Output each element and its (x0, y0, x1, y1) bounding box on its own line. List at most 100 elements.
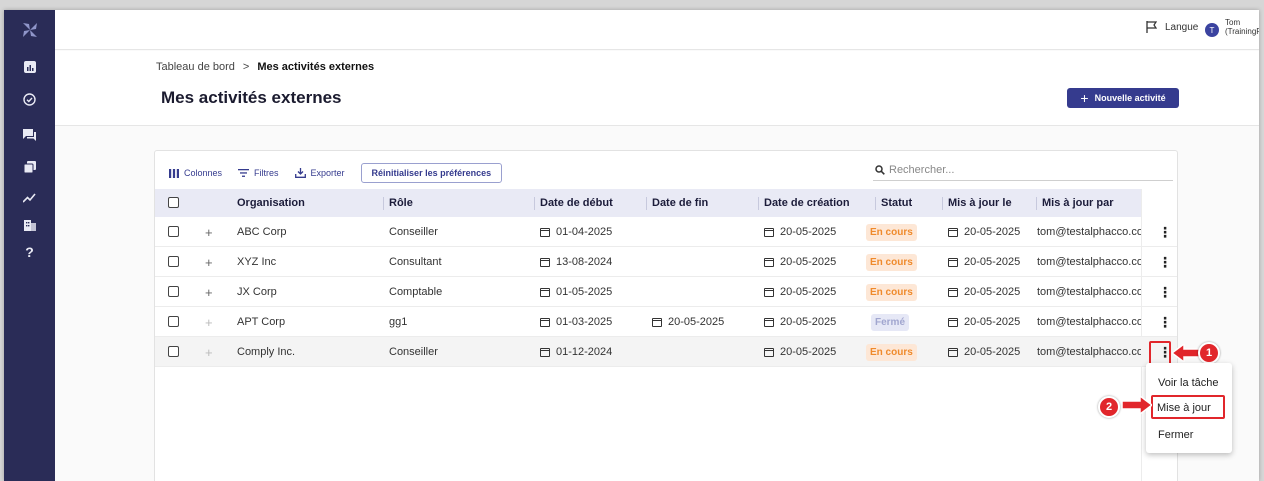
page-title: Mes activités externes (161, 88, 342, 107)
cell-role: Comptable (389, 286, 443, 298)
table-row[interactable]: + ABC Corp Conseiller 01-04-2025 20-05-2… (155, 217, 1177, 247)
creation-date-value: 20-05-2025 (780, 346, 837, 358)
chat-icon[interactable] (4, 121, 55, 149)
search-field[interactable]: Rechercher... (873, 159, 1173, 181)
creation-date-value: 20-05-2025 (780, 256, 837, 268)
top-bar: Langue T Tom (TrainingFrench) (55, 10, 1259, 50)
cell-status: En cours (866, 217, 917, 247)
user-name: Tom (1225, 18, 1241, 27)
table-row[interactable]: + APT Corp gg1 01-03-2025 20-05-2025 20-… (155, 307, 1177, 337)
breadcrumb-home[interactable]: Tableau de bord (156, 61, 235, 73)
table-row[interactable]: + JX Corp Comptable 01-05-2025 20-05-202… (155, 277, 1177, 307)
kebab-icon: ⋮ (1158, 284, 1172, 300)
cell-updated-on: 20-05-2025 (948, 337, 1020, 367)
header-organisation[interactable]: Organisation (237, 189, 305, 217)
language-selector[interactable]: Langue (1146, 21, 1198, 33)
row-checkbox[interactable] (168, 286, 179, 297)
table-row[interactable]: + Comply Inc. Conseiller 01-12-2024 20-0… (155, 337, 1177, 367)
calendar-icon (764, 257, 774, 267)
header-creation-date[interactable]: Date de création (758, 189, 850, 217)
cell-creation-date: 20-05-2025 (764, 217, 836, 247)
status-badge: En cours (866, 223, 917, 241)
cell-updated-by: tom@testalphacco.co (1037, 256, 1141, 268)
start-date-value: 01-04-2025 (556, 226, 613, 238)
cell-status: En cours (866, 277, 917, 307)
avatar[interactable]: T (1205, 23, 1219, 37)
creation-date-value: 20-05-2025 (780, 286, 837, 298)
header-end-date[interactable]: Date de fin (645, 189, 708, 217)
help-icon[interactable]: ? (4, 238, 55, 266)
columns-button[interactable]: Colonnes (169, 168, 222, 178)
expand-row-button[interactable]: + (205, 217, 213, 247)
cell-creation-date: 20-05-2025 (764, 307, 836, 337)
cell-start-date: 13-08-2024 (540, 247, 612, 277)
app-window: ? Langue T Tom (TrainingFrench) Tableau … (4, 10, 1259, 481)
row-actions-button[interactable]: ⋮ (1157, 217, 1173, 247)
cell-updated-on: 20-05-2025 (948, 247, 1020, 277)
columns-icon (169, 168, 179, 178)
select-all-checkbox[interactable] (168, 197, 179, 208)
status-badge: En cours (866, 283, 917, 301)
row-checkbox[interactable] (168, 346, 179, 357)
menu-item-view-task[interactable]: Voir la tâche (1158, 377, 1219, 389)
cell-status: En cours (866, 247, 917, 277)
activities-card: Colonnes Filtres Exporter Réinitialiser … (154, 150, 1178, 481)
cards-icon[interactable] (4, 153, 55, 181)
row-checkbox[interactable] (168, 226, 179, 237)
header-status[interactable]: Statut (874, 189, 912, 217)
expand-row-button[interactable]: + (205, 307, 213, 337)
cell-role: Conseiller (389, 226, 438, 238)
start-date-value: 01-03-2025 (556, 316, 613, 328)
row-checkbox[interactable] (168, 316, 179, 327)
expand-row-button[interactable]: + (205, 337, 213, 367)
language-label: Langue (1165, 21, 1199, 33)
table-row[interactable]: + XYZ Inc Consultant 13-08-2024 20-05-20… (155, 247, 1177, 277)
cell-start-date: 01-05-2025 (540, 277, 612, 307)
start-date-value: 01-05-2025 (556, 286, 613, 298)
row-actions-button[interactable]: ⋮ (1157, 277, 1173, 307)
kebab-icon: ⋮ (1158, 314, 1172, 330)
row-actions-button[interactable]: ⋮ (1157, 307, 1173, 337)
cell-updated-by: tom@testalphacco.co (1037, 316, 1141, 328)
user-info[interactable]: Tom (TrainingFrench) (1225, 18, 1259, 36)
check-circle-icon[interactable] (4, 85, 55, 113)
plus-icon: + (1080, 90, 1089, 106)
new-activity-button[interactable]: + Nouvelle activité (1067, 88, 1179, 108)
filters-button[interactable]: Filtres (238, 168, 279, 178)
annotation-arrow-right (1122, 396, 1152, 414)
calendar-icon (948, 287, 958, 297)
columns-label: Colonnes (184, 168, 223, 178)
row-checkbox[interactable] (168, 256, 179, 267)
expand-row-button[interactable]: + (205, 247, 213, 277)
calendar-icon (540, 317, 550, 327)
sidebar: ? (4, 10, 55, 481)
creation-date-value: 20-05-2025 (780, 316, 837, 328)
header-start-date[interactable]: Date de début (534, 189, 613, 217)
updated-date-value: 20-05-2025 (964, 346, 1021, 358)
header-role[interactable]: Rôle (383, 189, 413, 217)
calendar-icon (764, 287, 774, 297)
kebab-icon: ⋮ (1158, 224, 1172, 240)
app-logo-icon[interactable] (4, 14, 55, 46)
menu-item-close[interactable]: Fermer (1158, 429, 1193, 441)
flag-icon (1146, 21, 1157, 33)
building-icon[interactable] (4, 211, 55, 239)
table-header: Organisation Rôle Date de début Date de … (155, 189, 1141, 217)
updated-date-value: 20-05-2025 (964, 316, 1021, 328)
reset-preferences-button[interactable]: Réinitialiser les préférences (360, 163, 503, 183)
filter-icon (238, 169, 250, 177)
export-button[interactable]: Exporter (294, 168, 345, 178)
calendar-icon (652, 317, 662, 327)
calendar-icon (948, 257, 958, 267)
dashboard-icon[interactable] (4, 53, 55, 81)
header-updated-on[interactable]: Mis à jour le (942, 189, 1012, 217)
expand-row-button[interactable]: + (205, 277, 213, 307)
header-updated-by[interactable]: Mis à jour par (1036, 189, 1114, 217)
row-actions-button[interactable]: ⋮ (1157, 247, 1173, 277)
trend-icon[interactable] (4, 184, 55, 212)
cell-start-date: 01-03-2025 (540, 307, 612, 337)
start-date-value: 01-12-2024 (556, 346, 613, 358)
page-header: Tableau de bord > Mes activités externes… (55, 51, 1259, 126)
calendar-icon (540, 287, 550, 297)
breadcrumb-separator: > (242, 61, 250, 73)
